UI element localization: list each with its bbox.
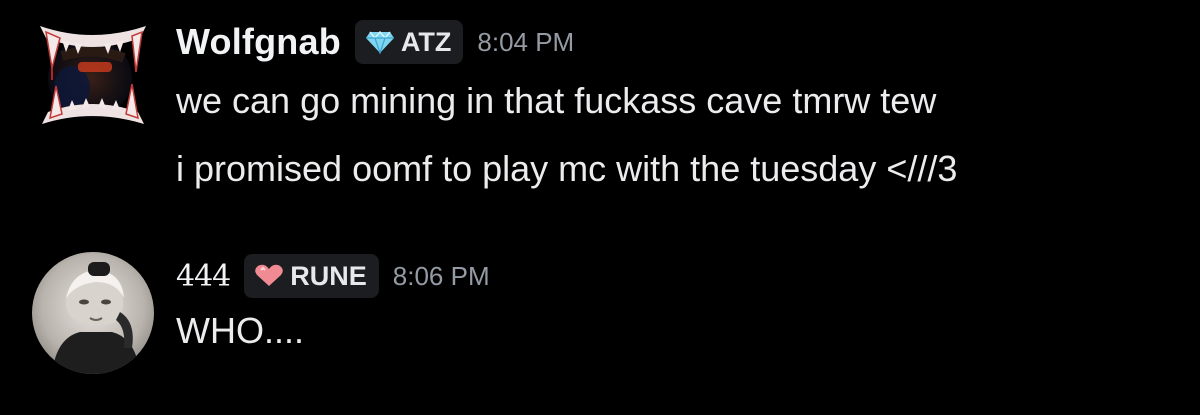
username[interactable]: 444: [176, 259, 231, 294]
chat-message: Wolfgnab ATZ 8:04 PM we can go mining in…: [0, 0, 1200, 215]
guild-tag-badge[interactable]: RUNE: [244, 254, 379, 298]
user-photo-avatar-image: [32, 252, 154, 374]
tag-label: RUNE: [290, 260, 367, 291]
fang-frame-avatar-image: [40, 26, 146, 124]
username[interactable]: Wolfgnab: [176, 21, 341, 63]
timestamp[interactable]: 8:06 PM: [393, 261, 490, 292]
heart-icon: [254, 264, 284, 288]
message-text: i promised oomf to play mc with the tues…: [176, 148, 958, 189]
guild-tag-badge[interactable]: ATZ: [354, 20, 464, 64]
avatar[interactable]: [32, 16, 154, 138]
message-text: we can go mining in that fuckass cave tm…: [176, 80, 937, 121]
message-header: 444 RUNE 8:06 PM: [176, 250, 490, 302]
message-text: WHO....: [176, 310, 304, 351]
message-header: Wolfgnab ATZ 8:04 PM: [176, 16, 574, 68]
timestamp[interactable]: 8:04 PM: [477, 27, 574, 58]
diamond-icon: [365, 30, 395, 55]
avatar[interactable]: [32, 252, 154, 374]
tag-label: ATZ: [400, 26, 452, 57]
